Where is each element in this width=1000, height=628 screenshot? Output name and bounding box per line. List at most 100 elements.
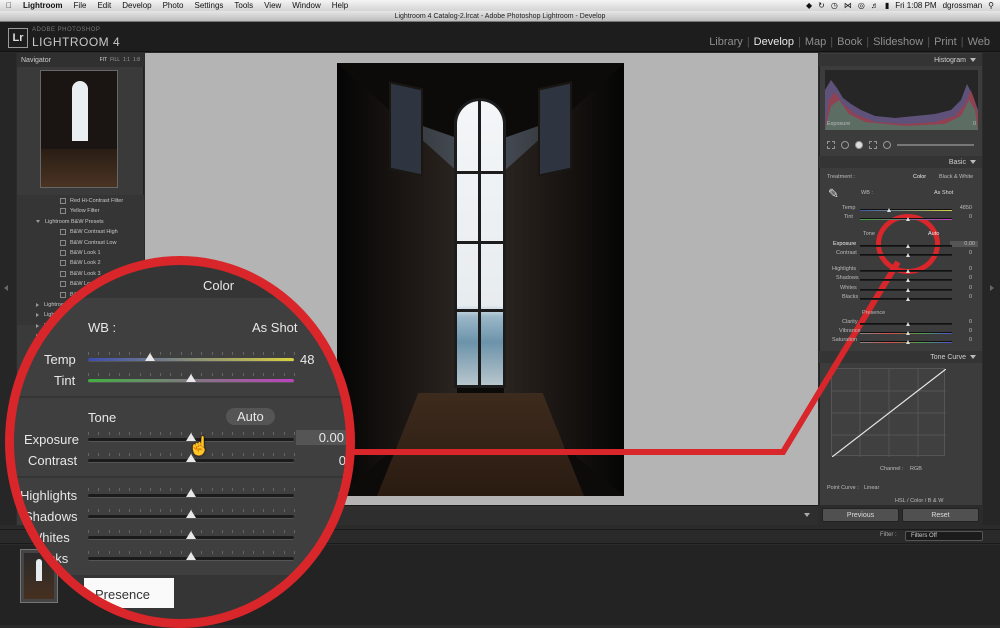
clock[interactable]: Fri 1:08 PM bbox=[895, 1, 936, 10]
temp-slider[interactable] bbox=[860, 208, 952, 212]
spotlight-icon[interactable]: ⚲ bbox=[988, 1, 994, 10]
wb-select[interactable]: As Shot bbox=[934, 190, 953, 196]
navigator-header[interactable]: Navigator FIT FILL 1:1 1:8 bbox=[17, 53, 144, 67]
tone-curve-header[interactable]: Tone Curve bbox=[819, 351, 982, 363]
disclosure-triangle-icon[interactable] bbox=[36, 220, 40, 224]
filter-select[interactable]: Filters Off bbox=[905, 531, 983, 541]
crop-tool-icon[interactable] bbox=[827, 141, 835, 149]
basic-header[interactable]: Basic bbox=[819, 156, 982, 168]
dropbox-icon[interactable]: ◆ bbox=[806, 1, 812, 10]
slider-thumb[interactable] bbox=[887, 208, 892, 212]
highlights-value[interactable]: 0 bbox=[952, 266, 972, 272]
exposure-slider[interactable] bbox=[860, 244, 952, 248]
whites-slider[interactable] bbox=[860, 288, 952, 292]
vibrance-value[interactable]: 0 bbox=[952, 328, 972, 334]
navigator-preview[interactable] bbox=[40, 70, 118, 188]
slider-thumb[interactable] bbox=[905, 253, 910, 257]
previous-button[interactable]: Previous bbox=[822, 508, 899, 522]
module-map[interactable]: Map bbox=[801, 36, 830, 48]
toolbar-menu-icon[interactable] bbox=[804, 513, 810, 517]
slider-thumb[interactable] bbox=[905, 244, 910, 248]
bluetooth-icon[interactable]: ⋈ bbox=[844, 1, 852, 10]
collapse-arrow-icon[interactable] bbox=[970, 58, 976, 62]
slider-thumb[interactable] bbox=[905, 297, 910, 301]
collapse-right-icon[interactable] bbox=[990, 285, 994, 291]
menu-help[interactable]: Help bbox=[332, 1, 348, 10]
right-edge-toggle[interactable] bbox=[983, 53, 1000, 525]
exposure-value[interactable]: 0.00 bbox=[950, 241, 978, 247]
spot-removal-icon[interactable] bbox=[841, 141, 849, 149]
slider-thumb[interactable] bbox=[905, 217, 910, 221]
tone-curve-graph[interactable] bbox=[831, 368, 947, 458]
zoom-option[interactable]: FIT bbox=[100, 57, 108, 63]
preset-item[interactable]: B&W Look 1 bbox=[17, 248, 144, 258]
slider-thumb[interactable] bbox=[905, 278, 910, 282]
module-slideshow[interactable]: Slideshow bbox=[869, 36, 927, 48]
collapse-arrow-icon[interactable] bbox=[970, 160, 976, 164]
menu-develop[interactable]: Develop bbox=[122, 1, 151, 10]
zoom-option[interactable]: 1:1 bbox=[123, 57, 130, 63]
time-machine-icon[interactable]: ◷ bbox=[831, 1, 838, 10]
adjustment-brush-icon[interactable] bbox=[883, 141, 891, 149]
preset-item[interactable]: B&W Contrast Low bbox=[17, 238, 144, 248]
eyedropper-icon[interactable]: ✎ bbox=[828, 186, 839, 202]
clarity-value[interactable]: 0 bbox=[952, 319, 972, 325]
contrast-slider[interactable] bbox=[860, 253, 952, 257]
highlights-slider[interactable] bbox=[860, 269, 952, 273]
main-photo[interactable] bbox=[337, 63, 624, 496]
module-library[interactable]: Library bbox=[705, 36, 747, 48]
menu-edit[interactable]: Edit bbox=[97, 1, 111, 10]
hsl-header[interactable]: HSL / Color / B & W bbox=[895, 498, 943, 504]
battery-icon[interactable]: ▮ bbox=[885, 1, 889, 10]
saturation-slider[interactable] bbox=[860, 340, 952, 344]
reset-button[interactable]: Reset bbox=[902, 508, 979, 522]
slider-thumb[interactable] bbox=[905, 340, 910, 344]
blacks-slider[interactable] bbox=[860, 297, 952, 301]
treatment-bw[interactable]: Black & White bbox=[939, 174, 973, 180]
histogram-header[interactable]: Histogram bbox=[819, 54, 982, 66]
collapse-left-icon[interactable] bbox=[4, 285, 8, 291]
module-develop[interactable]: Develop bbox=[750, 36, 798, 48]
menu-settings[interactable]: Settings bbox=[195, 1, 224, 10]
menu-photo[interactable]: Photo bbox=[163, 1, 184, 10]
red-eye-icon[interactable] bbox=[855, 141, 863, 149]
point-curve-value[interactable]: Linear bbox=[864, 485, 879, 491]
vibrance-slider[interactable] bbox=[860, 331, 952, 335]
tool-slider[interactable] bbox=[897, 144, 974, 146]
whites-value[interactable]: 0 bbox=[952, 285, 972, 291]
sync-icon[interactable]: ↻ bbox=[818, 1, 825, 10]
graduated-filter-icon[interactable] bbox=[869, 141, 877, 149]
disclosure-triangle-icon[interactable] bbox=[36, 323, 39, 328]
channel-value[interactable]: RGB bbox=[910, 466, 922, 472]
preset-folder[interactable]: Lightroom B&W Presets bbox=[17, 217, 144, 227]
treatment-color[interactable]: Color bbox=[913, 174, 926, 180]
contrast-value[interactable]: 0 bbox=[952, 250, 972, 256]
app-menu[interactable]: Lightroom bbox=[23, 1, 63, 10]
preset-item[interactable]: Yellow Filter bbox=[17, 206, 144, 216]
user-name[interactable]: dgrossman bbox=[943, 1, 983, 10]
wifi-icon[interactable]: ◎ bbox=[858, 1, 865, 10]
menu-tools[interactable]: Tools bbox=[234, 1, 253, 10]
module-book[interactable]: Book bbox=[833, 36, 866, 48]
slider-thumb[interactable] bbox=[905, 322, 910, 326]
module-print[interactable]: Print bbox=[930, 36, 961, 48]
auto-button[interactable]: Auto bbox=[928, 231, 939, 237]
tint-slider[interactable] bbox=[860, 217, 952, 221]
slider-thumb[interactable] bbox=[905, 331, 910, 335]
clarity-slider[interactable] bbox=[860, 322, 952, 326]
apple-menu-icon[interactable]:  bbox=[6, 1, 12, 10]
slider-thumb[interactable] bbox=[905, 269, 910, 273]
volume-icon[interactable]: ♬ bbox=[871, 1, 879, 10]
shadows-value[interactable]: 0 bbox=[952, 275, 972, 281]
temp-value[interactable]: 4850 bbox=[952, 205, 972, 211]
preset-item[interactable]: Red Hi-Contrast Filter bbox=[17, 196, 144, 206]
tint-value[interactable]: 0 bbox=[952, 214, 972, 220]
disclosure-triangle-icon[interactable] bbox=[36, 313, 39, 318]
slider-thumb[interactable] bbox=[905, 288, 910, 292]
shadows-slider[interactable] bbox=[860, 278, 952, 282]
menu-view[interactable]: View bbox=[264, 1, 281, 10]
blacks-value[interactable]: 0 bbox=[952, 294, 972, 300]
zoom-option[interactable]: 1:8 bbox=[133, 57, 140, 63]
preset-item[interactable]: B&W Contrast High bbox=[17, 227, 144, 237]
histogram[interactable]: Exposure 0 bbox=[825, 70, 978, 130]
